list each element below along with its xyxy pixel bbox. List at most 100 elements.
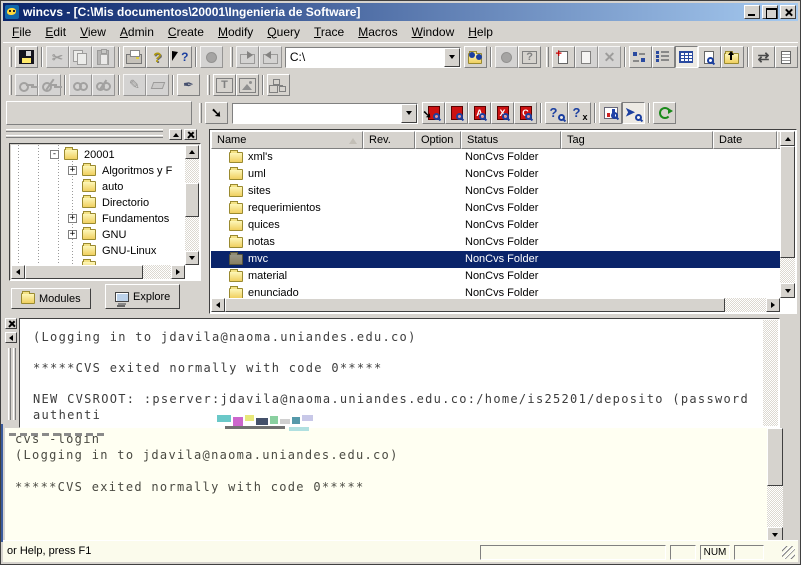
scroll-up-button[interactable] [780, 131, 795, 146]
list-item-mvc-selected[interactable]: mvcNonCvs Folder [211, 251, 780, 268]
stop-cvs-button[interactable] [495, 46, 518, 68]
login-button[interactable] [15, 74, 38, 96]
macro-jump-button[interactable]: ➘ [205, 102, 228, 124]
scroll-right-button[interactable] [766, 298, 780, 312]
collapse-expander-icon[interactable]: - [50, 150, 59, 159]
status-button[interactable]: ?x [568, 102, 591, 124]
dock-gripper[interactable] [8, 348, 11, 420]
menu-item-file[interactable]: File [5, 23, 38, 41]
parent-folder-button[interactable] [721, 46, 744, 68]
list-horizontal-scrollbar[interactable] [211, 298, 780, 312]
cut-button[interactable]: ✂ [46, 46, 69, 68]
tree-item-gnu[interactable]: + GNU [11, 227, 185, 243]
delete-button[interactable]: ✕ [598, 46, 621, 68]
browse-location-button[interactable] [464, 46, 487, 68]
help-topics-button[interactable]: ? [518, 46, 541, 68]
scrollbar-thumb[interactable] [767, 428, 783, 486]
swap-view-button[interactable]: ⇄ [752, 46, 775, 68]
dock-gripper[interactable] [13, 348, 16, 420]
menu-item-admin[interactable]: Admin [113, 23, 161, 41]
tree-item-20001[interactable]: - 20001 [11, 147, 185, 163]
console-collapse-button[interactable] [5, 332, 17, 343]
scrollbar-thumb[interactable] [25, 265, 143, 279]
ascii-mode-button[interactable]: T [213, 74, 236, 96]
dock-expand-button[interactable] [169, 129, 182, 140]
refresh-button[interactable] [653, 102, 676, 124]
path-combobox-value[interactable]: C:\ [286, 48, 444, 67]
scroll-down-button[interactable] [780, 283, 795, 298]
close-button[interactable] [780, 5, 796, 19]
list-item-sites[interactable]: sitesNonCvs Folder [211, 183, 780, 200]
list-item-quices[interactable]: quicesNonCvs Folder [211, 217, 780, 234]
menu-item-view[interactable]: View [73, 23, 113, 41]
import-module-button[interactable] [259, 46, 282, 68]
scrollbar-thumb[interactable] [185, 183, 199, 217]
file-report-button[interactable] [775, 46, 798, 68]
scroll-right-button[interactable] [171, 265, 185, 279]
column-header-name[interactable]: Name [211, 131, 363, 149]
expand-expander-icon[interactable]: + [68, 230, 77, 239]
menu-item-window[interactable]: Window [405, 23, 462, 41]
context-help-button[interactable]: ? [169, 46, 192, 68]
toolbar-grip[interactable] [207, 75, 210, 95]
column-header-option[interactable]: Option [415, 131, 461, 149]
add-file-button[interactable]: + [552, 46, 575, 68]
overlay-vertical-scrollbar[interactable] [767, 428, 783, 542]
list-item-material[interactable]: materialNonCvs Folder [211, 268, 780, 285]
scroll-up-button[interactable] [185, 145, 199, 159]
menu-item-macros[interactable]: Macros [351, 23, 404, 41]
save-button[interactable] [15, 46, 38, 68]
tree-item-directorio[interactable]: Directorio [11, 195, 185, 211]
tree-vertical-scrollbar[interactable] [185, 145, 199, 265]
toolbar-grip[interactable] [546, 47, 549, 67]
stop-button[interactable] [200, 46, 223, 68]
edit-file-button[interactable]: ✎ [123, 74, 146, 96]
copy-button[interactable] [69, 46, 92, 68]
maximize-button[interactable] [762, 5, 778, 19]
list-view-button[interactable] [652, 46, 675, 68]
unedit-file-button[interactable] [146, 74, 169, 96]
search-files-button[interactable] [698, 46, 721, 68]
details-view-button[interactable] [675, 46, 698, 68]
tree-horizontal-scrollbar[interactable] [11, 265, 185, 279]
update-button[interactable]: ➘ [422, 102, 445, 124]
tab-explore[interactable]: Explore [105, 284, 180, 309]
explore-view-button[interactable]: ➤ [622, 102, 645, 124]
list-item-requerimientos[interactable]: requerimientosNonCvs Folder [211, 200, 780, 217]
dock-close-button[interactable] [184, 129, 197, 140]
minimize-button[interactable] [744, 5, 760, 19]
query-update-button[interactable]: ? [545, 102, 568, 124]
unwatch-button[interactable] [92, 74, 115, 96]
scroll-down-button[interactable] [185, 251, 199, 265]
menu-item-create[interactable]: Create [161, 23, 211, 41]
toolbar-grip[interactable] [230, 47, 233, 67]
tree-item-gnu-linux[interactable]: GNU-Linux [11, 243, 185, 259]
dock-gripper[interactable] [6, 135, 163, 138]
list-item-notas[interactable]: notasNonCvs Folder [211, 234, 780, 251]
tag-button[interactable]: C [514, 102, 537, 124]
help-button[interactable]: ? [146, 46, 169, 68]
expand-expander-icon[interactable]: + [68, 166, 77, 175]
console-close-button[interactable] [5, 318, 17, 329]
list-item-xmls[interactable]: xml'sNonCvs Folder [211, 149, 780, 166]
print-button[interactable] [123, 46, 146, 68]
tree-item-auto[interactable]: auto [11, 179, 185, 195]
add-files-button[interactable] [575, 46, 598, 68]
modules-tree-button[interactable] [267, 74, 290, 96]
binary-mode-button[interactable] [236, 74, 259, 96]
menu-item-query[interactable]: Query [260, 23, 307, 41]
graph-button[interactable] [599, 102, 622, 124]
list-vertical-scrollbar[interactable] [780, 131, 795, 298]
add-cvs-button[interactable]: A [468, 102, 491, 124]
column-header-status[interactable]: Status [461, 131, 561, 149]
filter-combobox-dropdown-button[interactable] [401, 104, 417, 123]
filter-combobox[interactable] [232, 103, 418, 124]
toolbar-grip[interactable] [9, 47, 12, 67]
scrollbar-thumb[interactable] [225, 298, 725, 312]
column-header-rev[interactable]: Rev. [363, 131, 415, 149]
scrollbar-thumb[interactable] [780, 146, 795, 258]
path-combobox-dropdown-button[interactable] [444, 48, 460, 67]
checkout-module-button[interactable] [236, 46, 259, 68]
list-item-uml[interactable]: umlNonCvs Folder [211, 166, 780, 183]
scroll-left-button[interactable] [211, 298, 225, 312]
